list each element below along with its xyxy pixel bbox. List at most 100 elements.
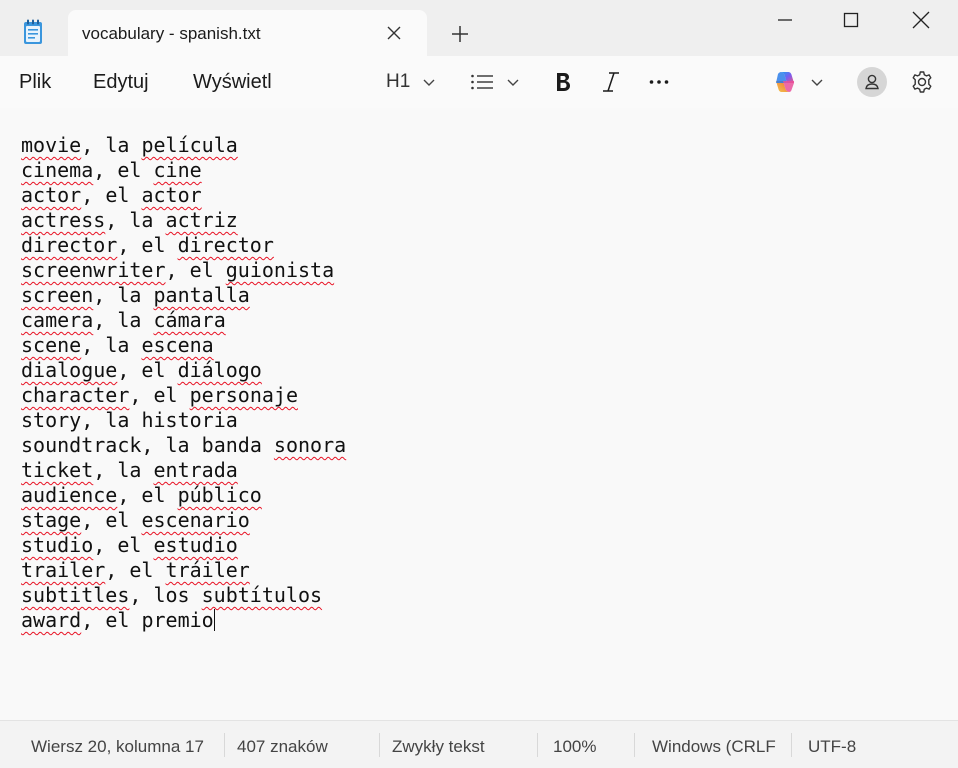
text-line[interactable]: audience, el público [21, 483, 346, 508]
text-line[interactable]: story, la historia [21, 408, 346, 433]
misspelled-word[interactable]: tráiler [166, 558, 250, 582]
misspelled-word[interactable]: actress [21, 208, 105, 232]
settings-button[interactable] [910, 66, 934, 98]
notepad-icon [24, 19, 42, 44]
misspelled-word[interactable]: entrada [153, 458, 237, 482]
text-line[interactable]: ticket, la entrada [21, 458, 346, 483]
close-window-button[interactable] [888, 0, 954, 40]
misspelled-word[interactable]: director [21, 233, 117, 257]
maximize-button[interactable] [818, 0, 884, 40]
list-dropdown[interactable] [470, 66, 520, 98]
text-line[interactable]: cinema, el cine [21, 158, 346, 183]
italic-icon [603, 72, 619, 92]
text-line[interactable]: screenwriter, el guionista [21, 258, 346, 283]
account-button[interactable] [857, 66, 887, 98]
status-zoom[interactable]: 100% [553, 737, 596, 757]
more-icon [649, 80, 669, 84]
text-line[interactable]: actress, la actriz [21, 208, 346, 233]
misspelled-word[interactable]: cinema [21, 158, 93, 182]
copilot-dropdown[interactable] [772, 66, 824, 98]
misspelled-word[interactable]: trailer [21, 558, 105, 582]
account-icon [857, 67, 887, 97]
misspelled-word[interactable]: cámara [153, 308, 225, 332]
misspelled-word[interactable]: sonora [274, 433, 346, 457]
chevron-down-icon [811, 79, 823, 86]
menu-edit[interactable]: Edytuj [93, 71, 149, 94]
misspelled-word[interactable]: guionista [226, 258, 334, 282]
text-cursor [213, 609, 215, 631]
text-line[interactable]: studio, el estudio [21, 533, 346, 558]
text-line[interactable]: subtitles, los subtítulos [21, 583, 346, 608]
misspelled-word[interactable]: studio [21, 533, 93, 557]
title-bar: vocabulary - spanish.txt [0, 0, 958, 56]
text-line[interactable]: director, el director [21, 233, 346, 258]
text-line[interactable]: dialogue, el diálogo [21, 358, 346, 383]
menu-bar: Plik Edytuj Wyświetl H1 [0, 56, 958, 108]
status-divider [379, 733, 380, 757]
maximize-icon [843, 12, 859, 28]
new-tab-icon[interactable] [448, 22, 472, 46]
menu-view[interactable]: Wyświetl [193, 71, 272, 94]
misspelled-word[interactable]: award [21, 608, 81, 632]
status-encoding[interactable]: UTF-8 [808, 737, 856, 757]
misspelled-word[interactable]: película [141, 133, 237, 157]
text-line[interactable]: award, el premio [21, 608, 346, 633]
menu-file[interactable]: Plik [19, 71, 51, 94]
misspelled-word[interactable]: cine [153, 158, 201, 182]
misspelled-word[interactable]: subtítulos [202, 583, 322, 607]
bold-button[interactable] [553, 66, 573, 98]
status-line-ending[interactable]: Windows (CRLF [652, 737, 776, 757]
text-line[interactable]: character, el personaje [21, 383, 346, 408]
misspelled-word[interactable]: scene [21, 333, 81, 357]
list-icon [471, 74, 493, 90]
status-divider [537, 733, 538, 757]
misspelled-word[interactable]: screen [21, 283, 93, 307]
misspelled-word[interactable]: personaje [190, 383, 298, 407]
misspelled-word[interactable]: pantalla [153, 283, 249, 307]
text-line[interactable]: actor, el actor [21, 183, 346, 208]
italic-button[interactable] [600, 66, 622, 98]
tab-title: vocabulary - spanish.txt [82, 24, 261, 43]
status-divider [224, 733, 225, 757]
text-line[interactable]: camera, la cámara [21, 308, 346, 333]
misspelled-word[interactable]: actor [21, 183, 81, 207]
text-line[interactable]: trailer, el tráiler [21, 558, 346, 583]
text-line[interactable]: stage, el escenario [21, 508, 346, 533]
text-line[interactable]: movie, la película [21, 133, 346, 158]
misspelled-word[interactable]: director [178, 233, 274, 257]
misspelled-word[interactable]: character [21, 383, 129, 407]
misspelled-word[interactable]: actriz [166, 208, 238, 232]
editor-lines[interactable]: movie, la película cinema, el cine actor, … [21, 133, 346, 633]
text-editor[interactable]: movie, la película cinema, el cine actor, … [0, 108, 958, 720]
text-line[interactable]: scene, la escena [21, 333, 346, 358]
status-format[interactable]: Zwykły tekst [392, 737, 485, 757]
misspelled-word[interactable]: diálogo [178, 358, 262, 382]
misspelled-word[interactable]: movie [21, 133, 81, 157]
misspelled-word[interactable]: público [178, 483, 262, 507]
heading-dropdown[interactable]: H1 [386, 66, 436, 98]
minimize-icon [778, 19, 792, 21]
copilot-icon [776, 72, 794, 92]
close-icon [912, 11, 930, 29]
misspelled-word[interactable]: dialogue [21, 358, 117, 382]
minimize-button[interactable] [752, 0, 818, 40]
misspelled-word[interactable]: estudio [153, 533, 237, 557]
more-button[interactable] [649, 66, 669, 98]
misspelled-word[interactable]: escena [141, 333, 213, 357]
misspelled-word[interactable]: screenwriter [21, 258, 166, 282]
close-tab-icon[interactable] [384, 23, 404, 43]
misspelled-word[interactable]: escenario [141, 508, 249, 532]
status-bar: Wiersz 20, kolumna 17 407 znaków Zwykły … [0, 720, 958, 768]
text-line[interactable]: soundtrack, la banda sonora [21, 433, 346, 458]
bold-icon [557, 73, 570, 91]
misspelled-word[interactable]: audience [21, 483, 117, 507]
misspelled-word[interactable]: actor [141, 183, 201, 207]
misspelled-word[interactable]: ticket [21, 458, 93, 482]
text-line[interactable]: screen, la pantalla [21, 283, 346, 308]
tab-vocabulary[interactable]: vocabulary - spanish.txt [68, 10, 427, 56]
misspelled-word[interactable]: camera [21, 308, 93, 332]
misspelled-word[interactable]: subtitles [21, 583, 129, 607]
misspelled-word[interactable]: stage [21, 508, 81, 532]
status-char-count: 407 znaków [237, 737, 328, 756]
chevron-down-icon [507, 79, 519, 86]
